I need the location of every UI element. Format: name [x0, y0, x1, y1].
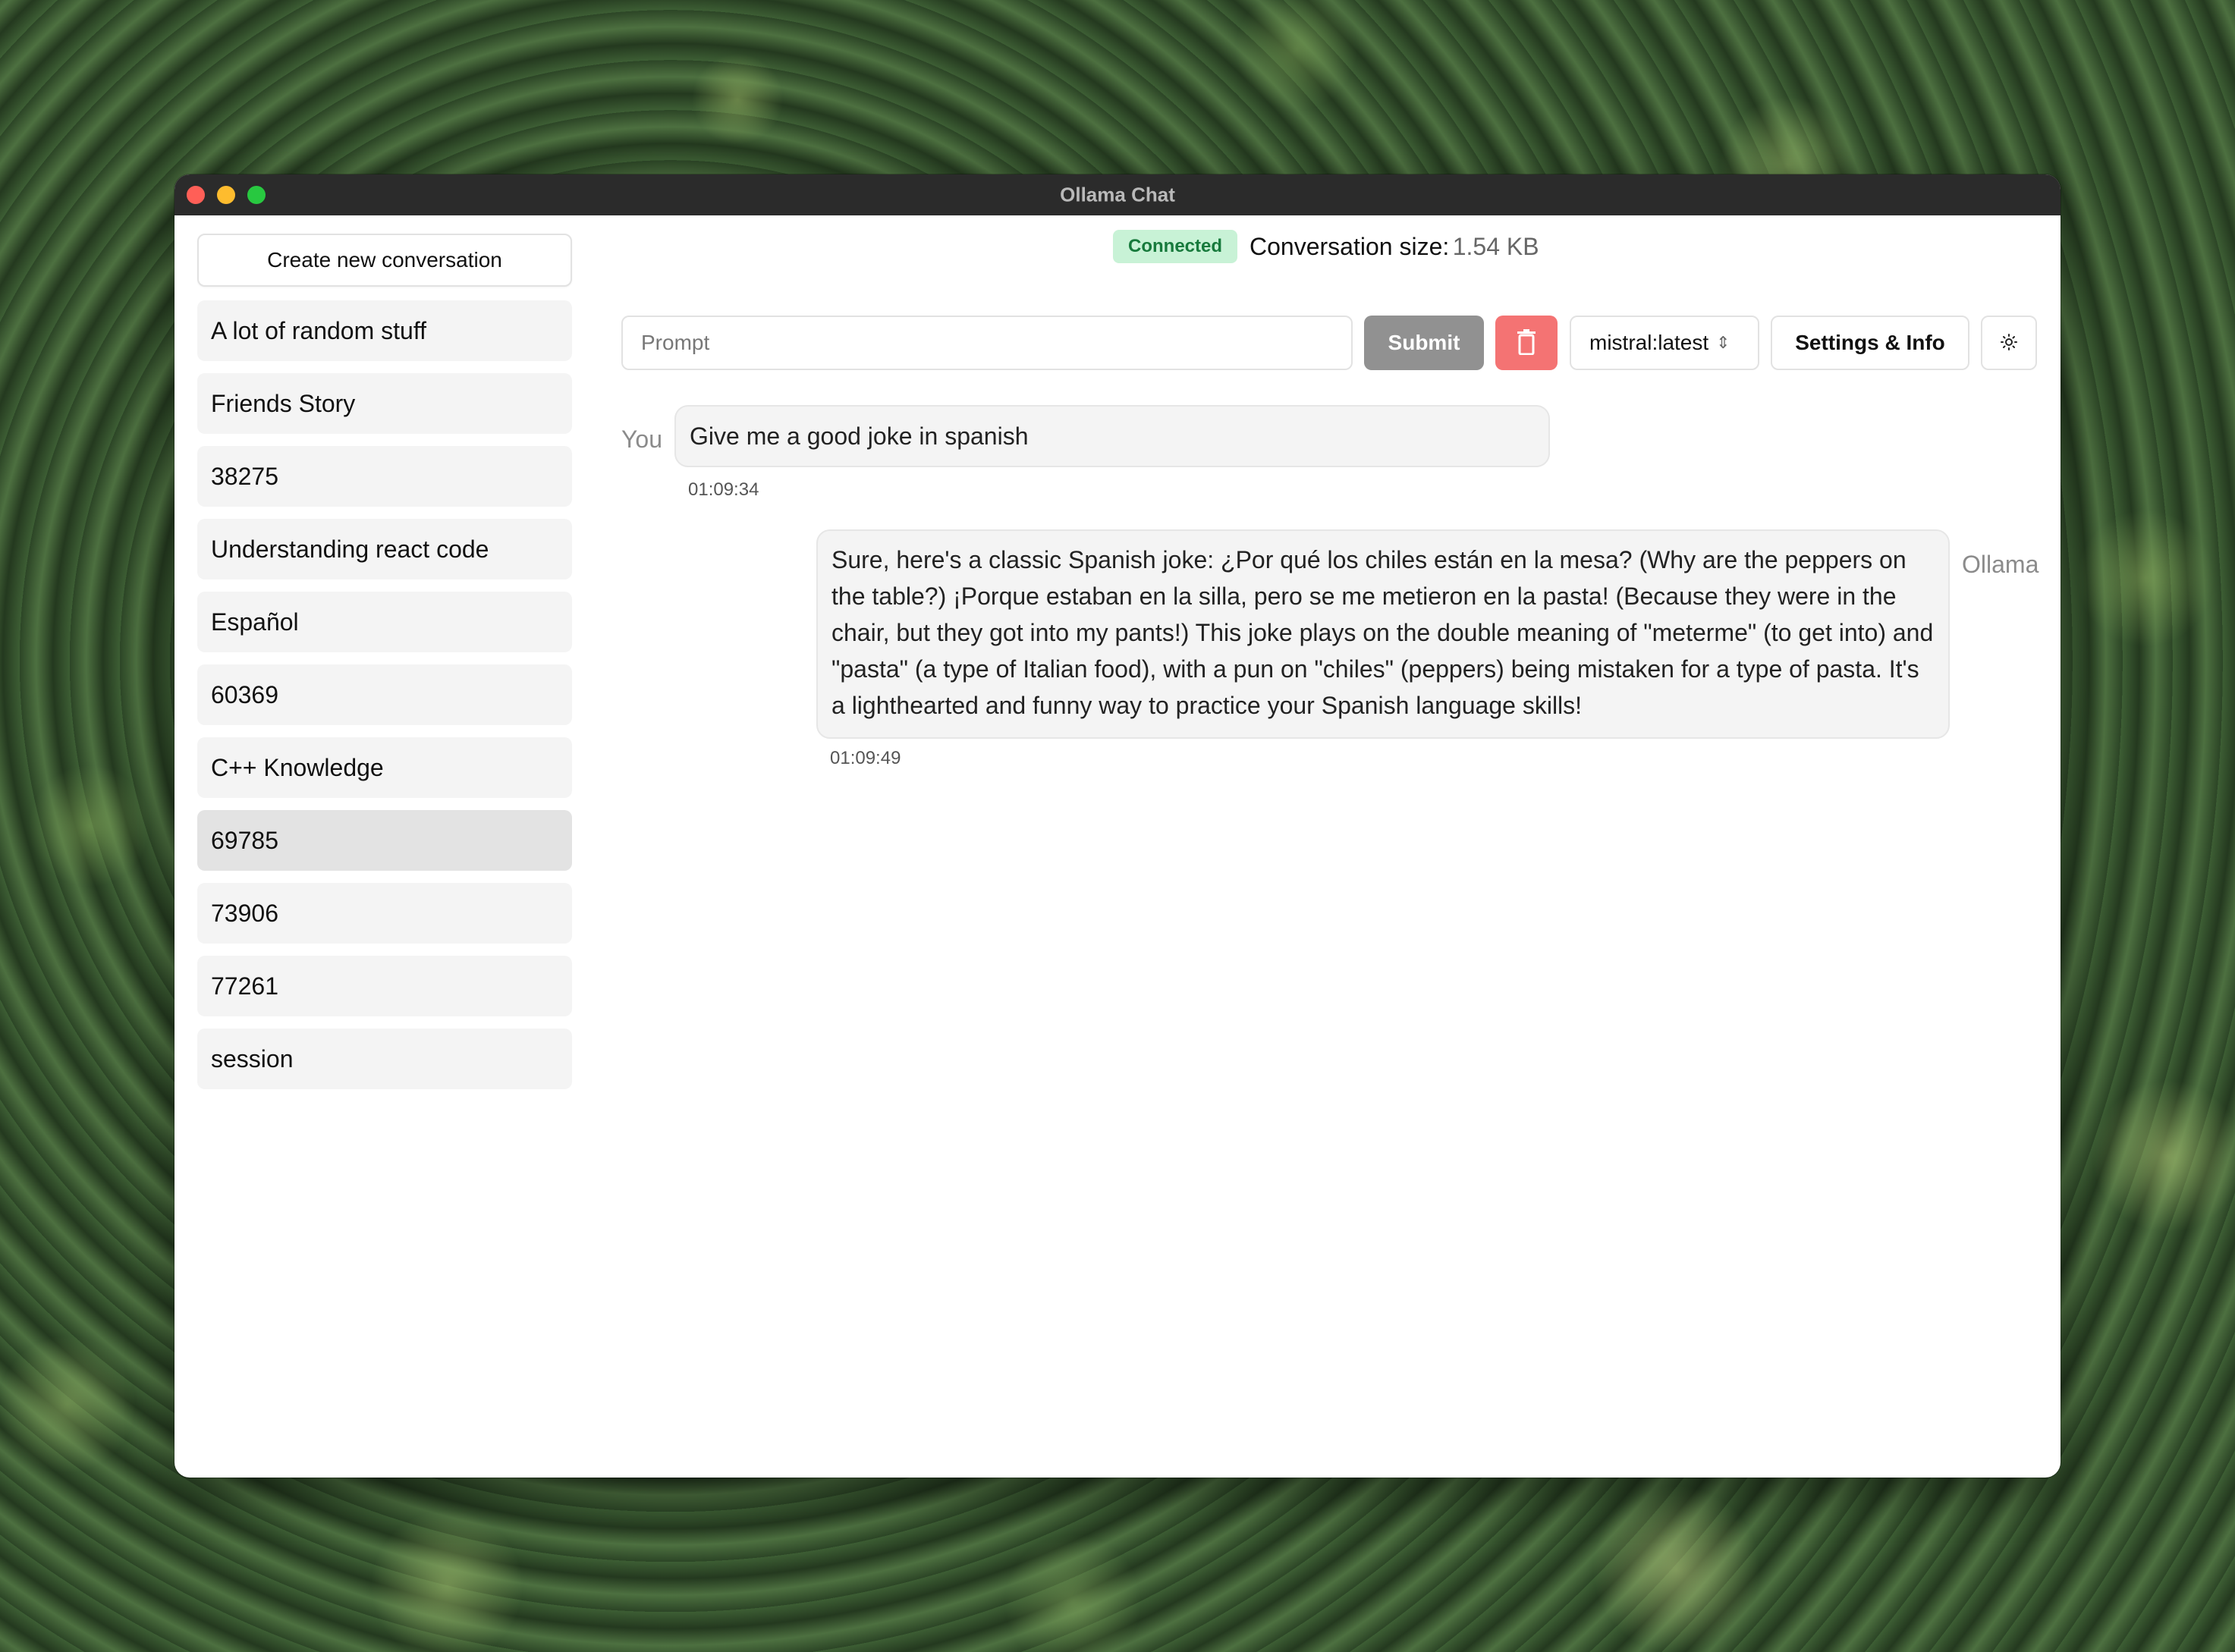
assistant-message-bubble: Sure, here's a classic Spanish joke: ¿Po… [816, 529, 1950, 739]
conversation-item[interactable]: session [197, 1029, 572, 1089]
user-message-bubble: Give me a good joke in spanish [674, 405, 1550, 467]
conversation-item[interactable]: A lot of random stuff [197, 300, 572, 361]
conversation-item[interactable]: Español [197, 592, 572, 652]
app-window: Ollama Chat Create new conversation A lo… [174, 174, 2061, 1478]
conversation-item[interactable]: Understanding react code [197, 519, 572, 579]
user-message-timestamp: 01:09:34 [688, 479, 759, 500]
conversation-size: Conversation size: 1.54 KB [1250, 233, 1539, 261]
prompt-input[interactable] [621, 316, 1353, 370]
create-conversation-button[interactable]: Create new conversation [197, 234, 572, 287]
user-sender-label: You [621, 426, 662, 453]
conversation-item[interactable]: 73906 [197, 883, 572, 944]
model-select-value: mistral:latest [1589, 331, 1709, 354]
status-row: Connected Conversation size: 1.54 KB [1113, 228, 1539, 265]
delete-conversation-button[interactable] [1495, 316, 1558, 370]
app-content: Create new conversation A lot of random … [174, 215, 2061, 1478]
conversation-size-label: Conversation size: [1250, 232, 1450, 260]
conversation-item[interactable]: 60369 [197, 664, 572, 725]
conversation-size-value: 1.54 KB [1452, 232, 1539, 260]
conversation-item[interactable]: 77261 [197, 956, 572, 1016]
conversation-item-active[interactable]: 69785 [197, 810, 572, 871]
connection-status-badge: Connected [1113, 230, 1238, 263]
trash-icon [1517, 328, 1536, 357]
conversation-item[interactable]: 38275 [197, 446, 572, 507]
model-select[interactable]: mistral:latest ⇕ [1570, 316, 1759, 370]
conversation-item[interactable]: C++ Knowledge [197, 737, 572, 798]
assistant-sender-label: Ollama [1962, 551, 2039, 578]
chevron-up-down-icon: ⇕ [1716, 333, 1730, 352]
conversation-item[interactable]: Friends Story [197, 373, 572, 434]
conversation-list: A lot of random stuff Friends Story 3827… [197, 300, 572, 1089]
settings-info-button[interactable]: Settings & Info [1771, 316, 1969, 370]
theme-toggle-button[interactable] [1981, 316, 2037, 370]
window-title: Ollama Chat [1060, 183, 1175, 206]
submit-button[interactable]: Submit [1364, 316, 1484, 370]
assistant-message-timestamp: 01:09:49 [830, 748, 901, 768]
title-bar: Ollama Chat [174, 174, 2061, 215]
sun-icon [2001, 333, 2017, 353]
prompt-toolbar: Submit mistral:latest ⇕ Settings & Info [621, 316, 2038, 370]
